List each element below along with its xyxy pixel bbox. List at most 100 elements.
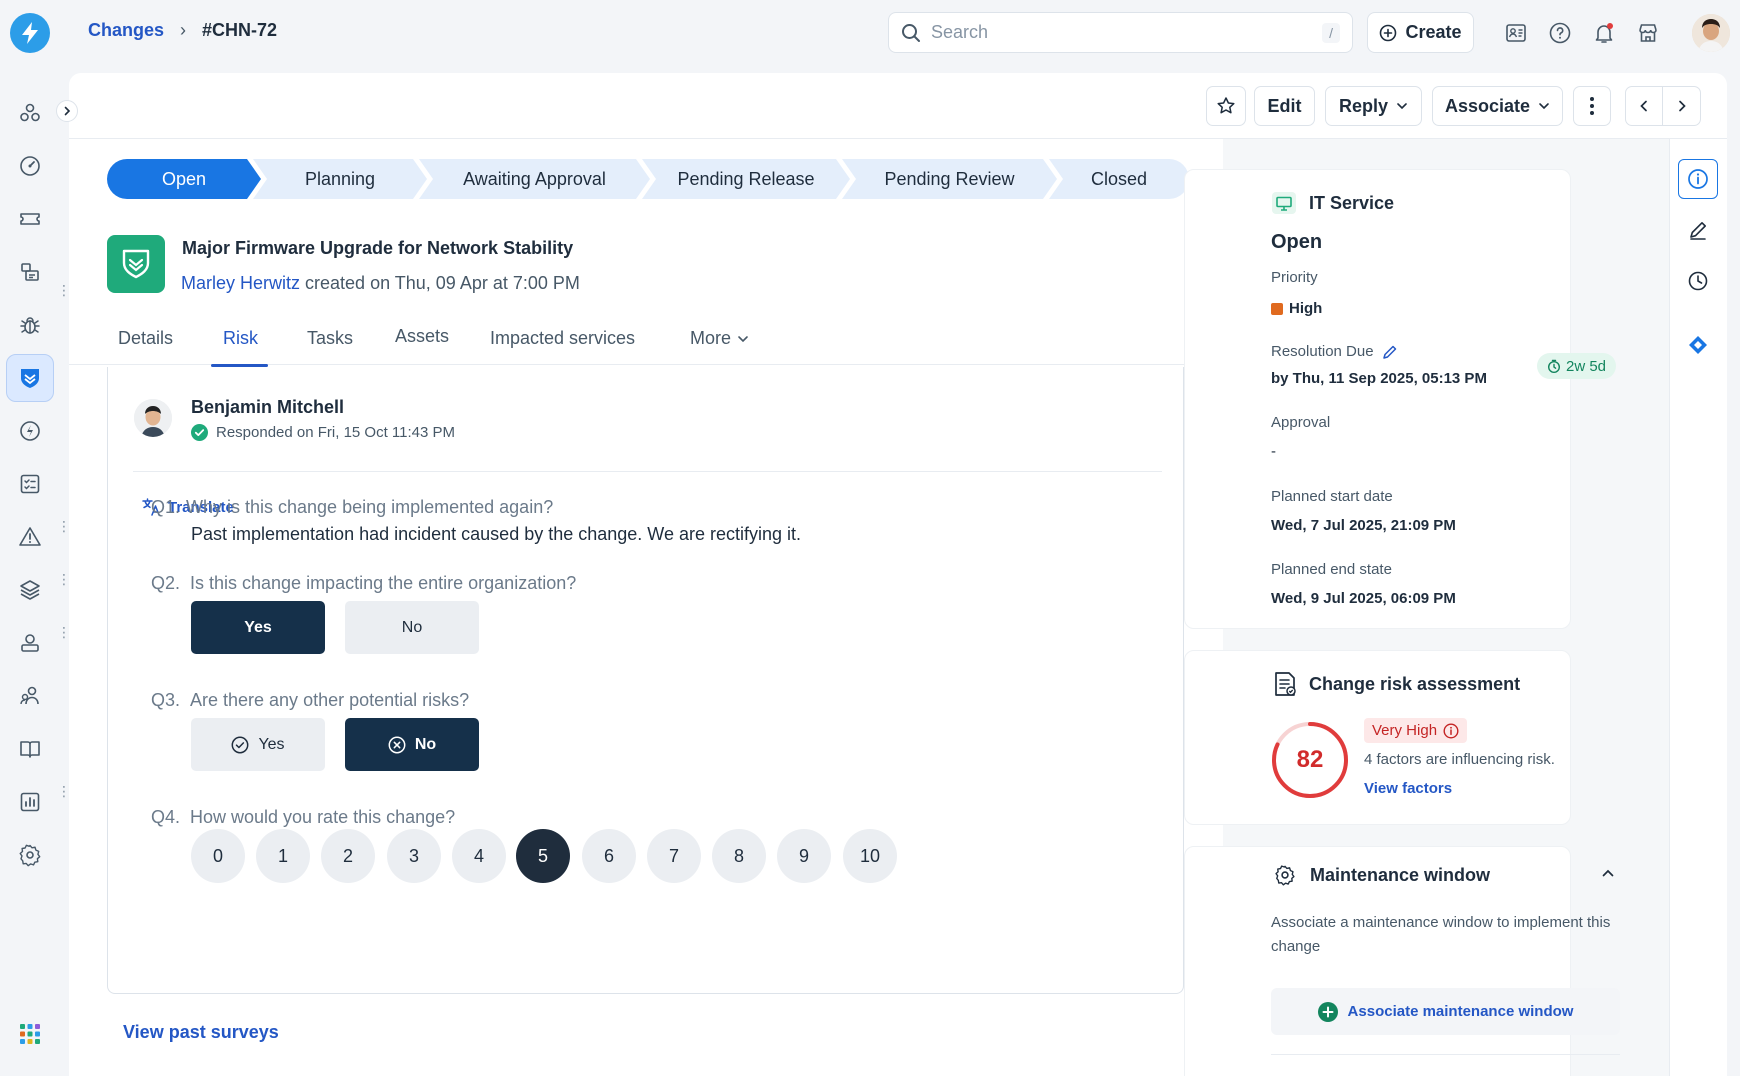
- notes-pencil-icon[interactable]: [1678, 210, 1718, 250]
- previous-record-button[interactable]: [1626, 87, 1664, 125]
- nav-gauge-icon[interactable]: [6, 142, 54, 190]
- chevron-down-icon: [1539, 103, 1549, 110]
- author-link[interactable]: Marley Herwitz: [181, 273, 300, 293]
- nav-reports-icon[interactable]: [6, 778, 54, 826]
- step-closed[interactable]: Closed: [1049, 159, 1189, 199]
- rating-option-10[interactable]: 10: [843, 829, 897, 883]
- edit-pencil-icon[interactable]: [1382, 344, 1398, 360]
- nav-users-icon[interactable]: [6, 672, 54, 720]
- star-button[interactable]: [1206, 86, 1246, 126]
- edit-label: Edit: [1267, 95, 1302, 116]
- step-open[interactable]: Open: [107, 159, 261, 199]
- rating-option-8[interactable]: 8: [712, 829, 766, 883]
- rating-option-0[interactable]: 0: [191, 829, 245, 883]
- rating-option-9[interactable]: 9: [777, 829, 831, 883]
- question-text: Is this change impacting the entire orga…: [190, 573, 577, 593]
- contacts-icon[interactable]: [1502, 19, 1530, 47]
- step-planning[interactable]: Planning: [253, 159, 427, 199]
- associate-label: Associate: [1444, 95, 1531, 116]
- marketplace-icon[interactable]: [1634, 19, 1662, 47]
- rating-option-7[interactable]: 7: [647, 829, 701, 883]
- tab-details[interactable]: Details: [118, 328, 173, 349]
- gear-icon: [1275, 865, 1295, 886]
- info-icon[interactable]: [1443, 722, 1459, 739]
- nav-tasks-icon[interactable]: [6, 460, 54, 508]
- app-logo-icon[interactable]: [10, 13, 50, 53]
- kebab-menu-icon: [1590, 97, 1594, 115]
- nav-settings-gear-icon[interactable]: [6, 831, 54, 879]
- question-number: Q2.: [151, 573, 181, 593]
- reply-button[interactable]: Reply: [1325, 86, 1422, 126]
- search-input[interactable]: Search /: [888, 12, 1353, 53]
- tab-tasks[interactable]: Tasks: [307, 328, 353, 349]
- maintenance-card-title: Maintenance window: [1310, 864, 1491, 885]
- rating-option-6[interactable]: 6: [582, 829, 636, 883]
- more-options-button[interactable]: [1573, 86, 1611, 126]
- next-record-button[interactable]: [1663, 87, 1700, 125]
- service-label: IT Service: [1309, 192, 1395, 213]
- status-stepper: Open Planning Awaiting Approval Pending …: [107, 159, 1189, 199]
- nav-dashboard-icon[interactable]: [6, 89, 54, 137]
- step-awaiting-approval[interactable]: Awaiting Approval: [419, 159, 650, 199]
- ticket-meta: Marley Herwitz created on Thu, 09 Apr at…: [181, 273, 580, 294]
- respondent-name: Benjamin Mitchell: [191, 397, 345, 417]
- nav-service-catalog-icon[interactable]: [6, 248, 54, 296]
- q2-no-option[interactable]: No: [345, 601, 479, 654]
- rating-option-3[interactable]: 3: [387, 829, 441, 883]
- help-icon[interactable]: [1546, 19, 1574, 47]
- nav-more-dots-icon[interactable]: ⋮: [57, 283, 71, 297]
- nav-more-dots-icon[interactable]: ⋮: [57, 784, 71, 798]
- associate-button[interactable]: Associate: [1432, 86, 1563, 126]
- create-button[interactable]: Create: [1367, 12, 1474, 53]
- nav-problems-bug-icon[interactable]: [6, 301, 54, 349]
- question-text: Are there any other potential risks?: [190, 690, 470, 710]
- step-pending-release[interactable]: Pending Release: [642, 159, 850, 199]
- notification-bell-icon[interactable]: [1590, 19, 1618, 47]
- breadcrumb-changes-link[interactable]: Changes: [88, 20, 164, 41]
- question-number: Q1.: [151, 497, 181, 517]
- tab-risk[interactable]: Risk: [223, 328, 258, 349]
- nav-changes-icon[interactable]: [6, 354, 54, 402]
- tab-impacted-services[interactable]: Impacted services: [490, 328, 635, 349]
- integration-diamond-icon[interactable]: [1678, 325, 1718, 365]
- risk-level-text: Very High: [1372, 722, 1438, 739]
- edit-button[interactable]: Edit: [1254, 86, 1315, 126]
- rating-option-1[interactable]: 1: [256, 829, 310, 883]
- priority-value[interactable]: High: [1271, 300, 1322, 317]
- nav-more-dots-icon[interactable]: ⋮: [57, 519, 71, 533]
- nav-more-dots-icon[interactable]: ⋮: [57, 572, 71, 586]
- nav-more-dots-icon[interactable]: ⋮: [57, 625, 71, 639]
- activity-clock-icon[interactable]: [1678, 261, 1718, 301]
- info-panel-icon[interactable]: [1678, 159, 1718, 199]
- associate-maintenance-window-button[interactable]: Associate maintenance window: [1271, 988, 1620, 1035]
- q2-yes-option[interactable]: Yes: [191, 601, 325, 654]
- q3-yes-option[interactable]: Yes: [191, 718, 325, 771]
- option-label: Yes: [258, 735, 285, 753]
- rating-option-4[interactable]: 4: [452, 829, 506, 883]
- nav-incidents-warning-icon[interactable]: [6, 513, 54, 561]
- resolution-due-value: by Thu, 11 Sep 2025, 05:13 PM: [1271, 370, 1487, 387]
- rating-option-5-selected[interactable]: 5: [516, 829, 570, 883]
- rating-option-2[interactable]: 2: [321, 829, 375, 883]
- collapse-chevron-up-icon[interactable]: [1601, 866, 1615, 880]
- chevron-right-icon: [1678, 100, 1686, 112]
- app-switcher-grid-icon[interactable]: [6, 1010, 54, 1058]
- view-factors-link[interactable]: View factors: [1364, 780, 1452, 797]
- planned-start-value: Wed, 7 Jul 2025, 21:09 PM: [1271, 517, 1456, 534]
- nav-releases-icon[interactable]: [6, 407, 54, 455]
- nav-layers-icon[interactable]: [6, 566, 54, 614]
- tab-assets[interactable]: Assets: [395, 326, 449, 347]
- nav-knowledge-book-icon[interactable]: [6, 725, 54, 773]
- question-text: Why is this change being implemented aga…: [186, 497, 554, 517]
- view-past-surveys-link[interactable]: View past surveys: [123, 1022, 279, 1043]
- tab-more[interactable]: More: [690, 328, 749, 349]
- left-nav-rail: ⋮ ⋮ ⋮ ⋮ ⋮: [0, 66, 71, 1076]
- maintenance-description: Associate a maintenance window to implem…: [1271, 914, 1611, 955]
- user-avatar[interactable]: [1692, 14, 1730, 52]
- nav-tickets-icon[interactable]: [6, 195, 54, 243]
- q3-no-option[interactable]: No: [345, 718, 479, 771]
- nav-assets-icon[interactable]: [6, 619, 54, 667]
- respondent-avatar: [134, 399, 172, 437]
- option-label: No: [401, 618, 423, 636]
- step-pending-review[interactable]: Pending Review: [842, 159, 1057, 199]
